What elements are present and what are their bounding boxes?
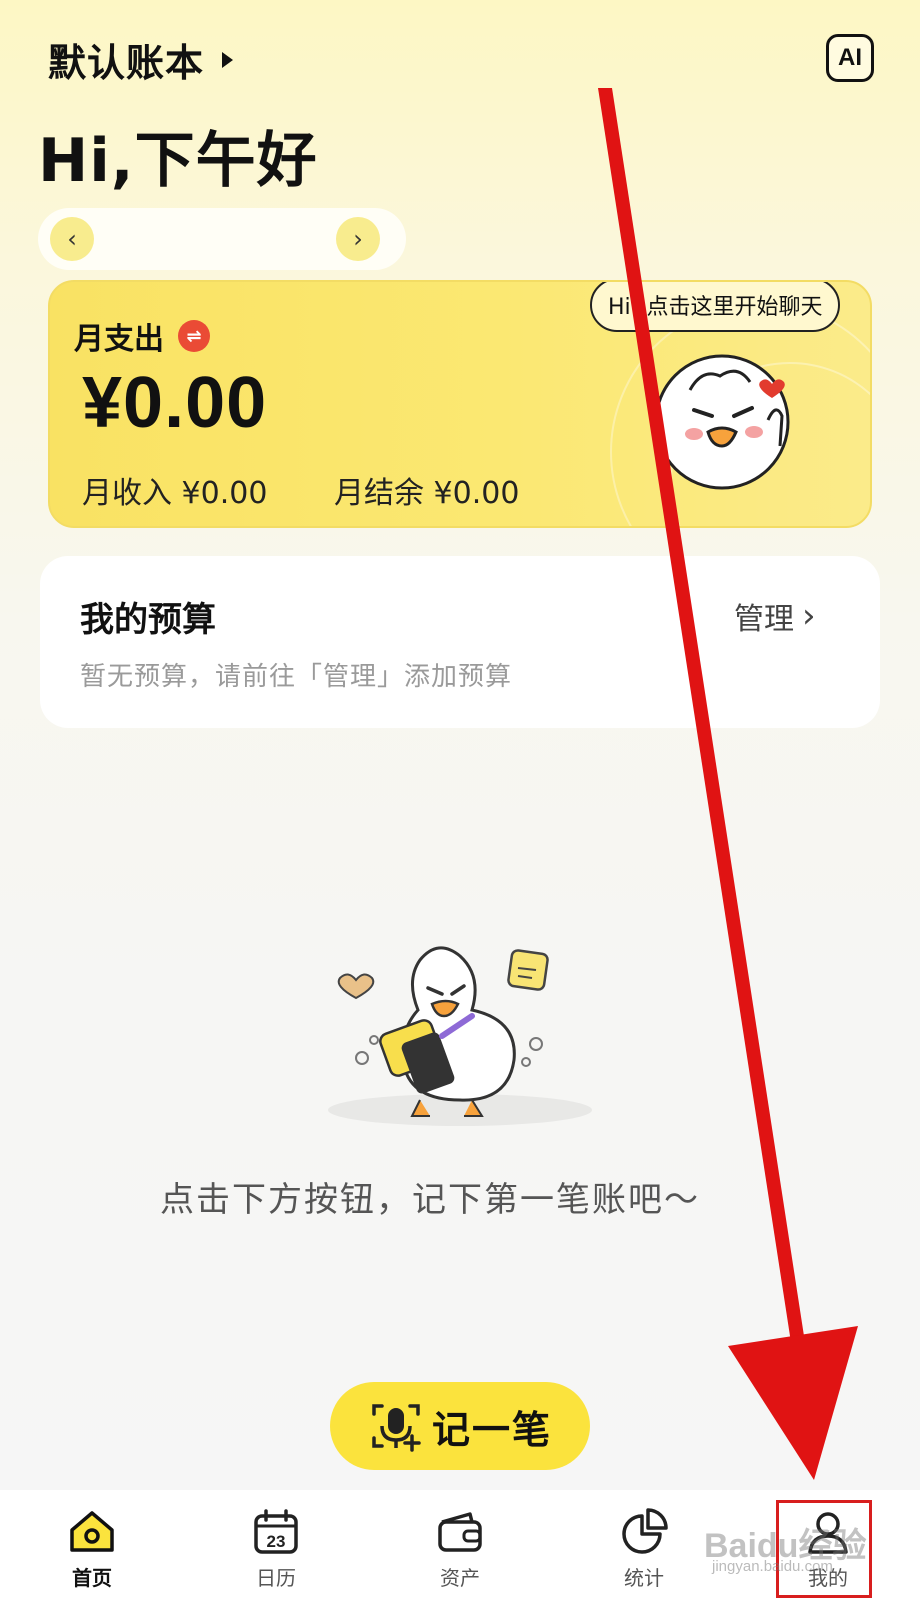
tab-calendar[interactable]: 23 日历 (184, 1490, 368, 1600)
date-switcher: ‹ › (38, 208, 406, 270)
calendar-icon: 23 (254, 1509, 298, 1554)
tab-assets[interactable]: 资产 (368, 1490, 552, 1600)
monthly-summary-card[interactable]: 月支出 ⇌ ¥0.00 月收入 ¥0.00 月结余 ¥0.00 Hi! 点击这里… (48, 280, 872, 528)
tab-home-label: 首页 (72, 1566, 112, 1590)
budget-empty-text: 暂无预算，请前往「管理」添加预算 (80, 662, 513, 692)
chevron-right-icon: › (802, 596, 816, 636)
budget-title: 我的预算 (80, 600, 216, 640)
ai-button[interactable]: AI (826, 34, 874, 82)
greeting-title: Hi,下午好 (38, 126, 318, 196)
monthly-expense-label: 月支出 (74, 322, 164, 357)
tab-stats-label: 统计 (624, 1566, 664, 1590)
calendar-day: 23 (267, 1532, 286, 1551)
budget-manage-label: 管理 (734, 602, 794, 637)
tab-calendar-label: 日历 (256, 1566, 296, 1590)
watermark-url: jingyan.baidu.com (712, 1558, 833, 1575)
record-entry-button[interactable]: 记一笔 (330, 1382, 590, 1470)
caret-right-icon (222, 51, 234, 68)
home-icon (70, 1511, 114, 1552)
monthly-balance: 月结余 ¥0.00 (334, 476, 520, 511)
prev-period-button[interactable]: ‹ (50, 217, 94, 261)
chevron-right-icon: › (353, 225, 363, 253)
budget-manage-link[interactable]: 管理 › (734, 594, 816, 638)
monthly-expense-label-row: 月支出 ⇌ (74, 314, 210, 358)
empty-state-text: 点击下方按钮，记下第一笔账吧～ (160, 1180, 700, 1220)
monthly-expense-amount: ¥0.00 (82, 363, 268, 443)
tab-home[interactable]: 首页 (0, 1490, 184, 1600)
chevron-left-icon: ‹ (67, 225, 77, 253)
swap-icon[interactable]: ⇌ (178, 320, 210, 352)
duck-writing-illustration (328, 946, 592, 1126)
ledger-title: 默认账本 (48, 41, 205, 85)
record-entry-label: 记一笔 (431, 1407, 552, 1452)
budget-card: 我的预算 管理 › 暂无预算，请前往「管理」添加预算 (40, 556, 880, 728)
ai-label: AI (838, 44, 862, 71)
tab-assets-label: 资产 (440, 1566, 480, 1590)
next-period-button[interactable]: › (336, 217, 380, 261)
wallet-icon (438, 1512, 482, 1552)
duck-mascot-icon[interactable] (650, 350, 808, 490)
chat-prompt-bubble[interactable]: Hi! 点击这里开始聊天 (590, 282, 841, 332)
ledger-selector[interactable]: 默认账本 (48, 32, 234, 87)
monthly-income: 月收入 ¥0.00 (82, 476, 268, 511)
voice-add-icon (372, 1404, 421, 1452)
pie-chart-icon (622, 1508, 668, 1554)
